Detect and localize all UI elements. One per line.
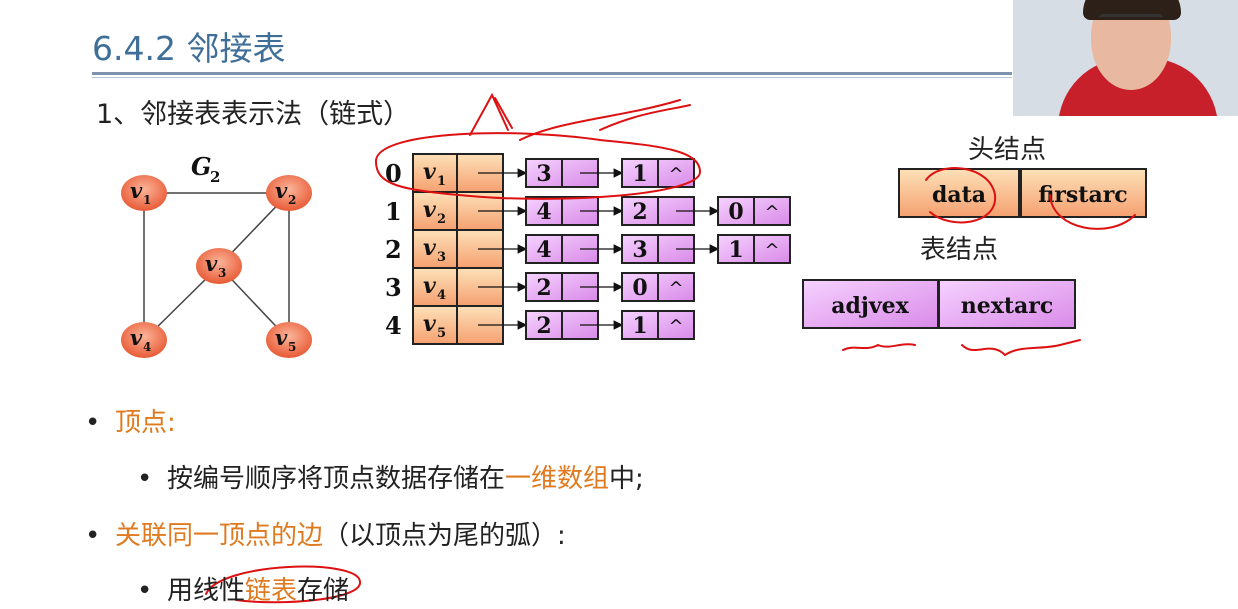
svg-text:5: 5 bbox=[288, 340, 296, 354]
bullet-dot: • bbox=[85, 521, 101, 551]
head-vertex-label: v bbox=[423, 159, 436, 185]
bullet-list-part1: 用线性 bbox=[167, 576, 246, 606]
graph-vertex-v3: v 3 bbox=[196, 248, 242, 284]
graph-vertex-v2: v 2 bbox=[266, 175, 312, 211]
row-index: 1 bbox=[385, 197, 402, 226]
bullet-linked-list: • 用线性链表存储 bbox=[137, 570, 349, 607]
list-node-adjvex: 1 bbox=[632, 161, 647, 187]
adjacency-list: 0 v 1 3 1 ^1 v 2 4 2 0 ^2 v 3 4 3 1 ^3 v 4 2 0 ^4 v 5 2 1 ^ bbox=[385, 153, 791, 345]
bullet-dot: • bbox=[137, 464, 153, 494]
null-pointer-symbol: ^ bbox=[668, 316, 683, 337]
null-pointer-symbol: ^ bbox=[668, 278, 683, 299]
graph-vertex-v5: v 5 bbox=[266, 322, 312, 358]
head-vertex-sub: 1 bbox=[437, 174, 446, 189]
svg-text:v: v bbox=[275, 178, 288, 203]
svg-text:1: 1 bbox=[143, 193, 151, 207]
list-node-adjvex: 2 bbox=[536, 313, 551, 339]
svg-text:v: v bbox=[130, 178, 143, 203]
svg-text:4: 4 bbox=[143, 340, 151, 354]
svg-text:v: v bbox=[130, 325, 143, 350]
svg-text:v: v bbox=[205, 251, 218, 276]
head-vertex-label: v bbox=[423, 273, 436, 299]
list-node-adjvex: 0 bbox=[632, 275, 647, 301]
legend-field-data: data bbox=[932, 182, 986, 208]
null-pointer-symbol: ^ bbox=[764, 202, 779, 223]
row-index: 4 bbox=[385, 311, 402, 340]
null-pointer-symbol: ^ bbox=[764, 240, 779, 261]
bullet-vertex-storage: • 按编号顺序将顶点数据存储在一维数组中; bbox=[137, 458, 644, 495]
svg-text:3: 3 bbox=[218, 266, 226, 280]
list-node-adjvex: 3 bbox=[632, 237, 647, 263]
bullet-list-part2: 链表 bbox=[245, 576, 298, 606]
head-vertex-sub: 2 bbox=[437, 212, 446, 227]
graph-label-sub: 2 bbox=[210, 168, 220, 186]
svg-text:2: 2 bbox=[288, 193, 296, 207]
legend-field-adjvex: adjvex bbox=[831, 293, 909, 319]
legend-head-title: 头结点 bbox=[968, 135, 1046, 165]
head-vertex-sub: 3 bbox=[437, 250, 446, 265]
graph-label-name: G bbox=[191, 152, 212, 181]
bullet-dot: • bbox=[85, 408, 101, 438]
list-node-adjvex: 1 bbox=[632, 313, 647, 339]
legend-table-title: 表结点 bbox=[920, 235, 998, 265]
bullet-storage-part1: 按编号顺序将顶点数据存储在 bbox=[167, 464, 506, 494]
head-vertex-sub: 4 bbox=[437, 288, 446, 303]
annotation-arrow-up bbox=[469, 92, 513, 136]
bullet-storage-part2: 一维数组 bbox=[505, 464, 610, 494]
bullet-edges: • 关联同一顶点的边（以顶点为尾的弧）: bbox=[85, 515, 566, 552]
row-index: 2 bbox=[385, 235, 402, 264]
row-index: 3 bbox=[385, 273, 402, 302]
list-node-adjvex: 1 bbox=[728, 237, 743, 263]
null-pointer-symbol: ^ bbox=[668, 164, 683, 185]
graph-label: G 2 bbox=[191, 152, 220, 186]
annotation-underline-adjvex bbox=[842, 343, 916, 351]
bullet-dot: • bbox=[137, 576, 153, 606]
head-vertex-label: v bbox=[423, 235, 436, 261]
list-node-adjvex: 4 bbox=[536, 237, 551, 263]
bullet-vertex: • 顶点: bbox=[85, 402, 176, 439]
bullet-list-part3: 存储 bbox=[297, 576, 350, 606]
annotation-underline-nextarc bbox=[961, 339, 1081, 357]
svg-text:v: v bbox=[275, 325, 288, 350]
legend-field-nextarc: nextarc bbox=[961, 293, 1054, 319]
legend-table-node: 表结点 adjvex nextarc bbox=[802, 235, 1076, 329]
bullet-edges-part1: 关联同一顶点的边 bbox=[115, 521, 324, 551]
list-node-adjvex: 3 bbox=[536, 161, 551, 187]
head-vertex-label: v bbox=[423, 311, 436, 337]
head-vertex-label: v bbox=[423, 197, 436, 223]
legend-head-node: 头结点 data firstarc bbox=[898, 135, 1147, 218]
list-node-adjvex: 2 bbox=[536, 275, 551, 301]
bullet-edges-part2: （以顶点为尾的弧）: bbox=[323, 521, 566, 551]
graph-vertex-v4: v 4 bbox=[121, 322, 167, 358]
head-vertex-sub: 5 bbox=[437, 326, 446, 341]
bullet-vertex-text: 顶点: bbox=[115, 408, 176, 438]
list-node-adjvex: 0 bbox=[728, 199, 743, 225]
graph-vertex-v1: v 1 bbox=[121, 175, 167, 211]
bullet-storage-part3: 中; bbox=[609, 464, 644, 494]
list-node-adjvex: 2 bbox=[632, 199, 647, 225]
list-node-adjvex: 4 bbox=[536, 199, 551, 225]
